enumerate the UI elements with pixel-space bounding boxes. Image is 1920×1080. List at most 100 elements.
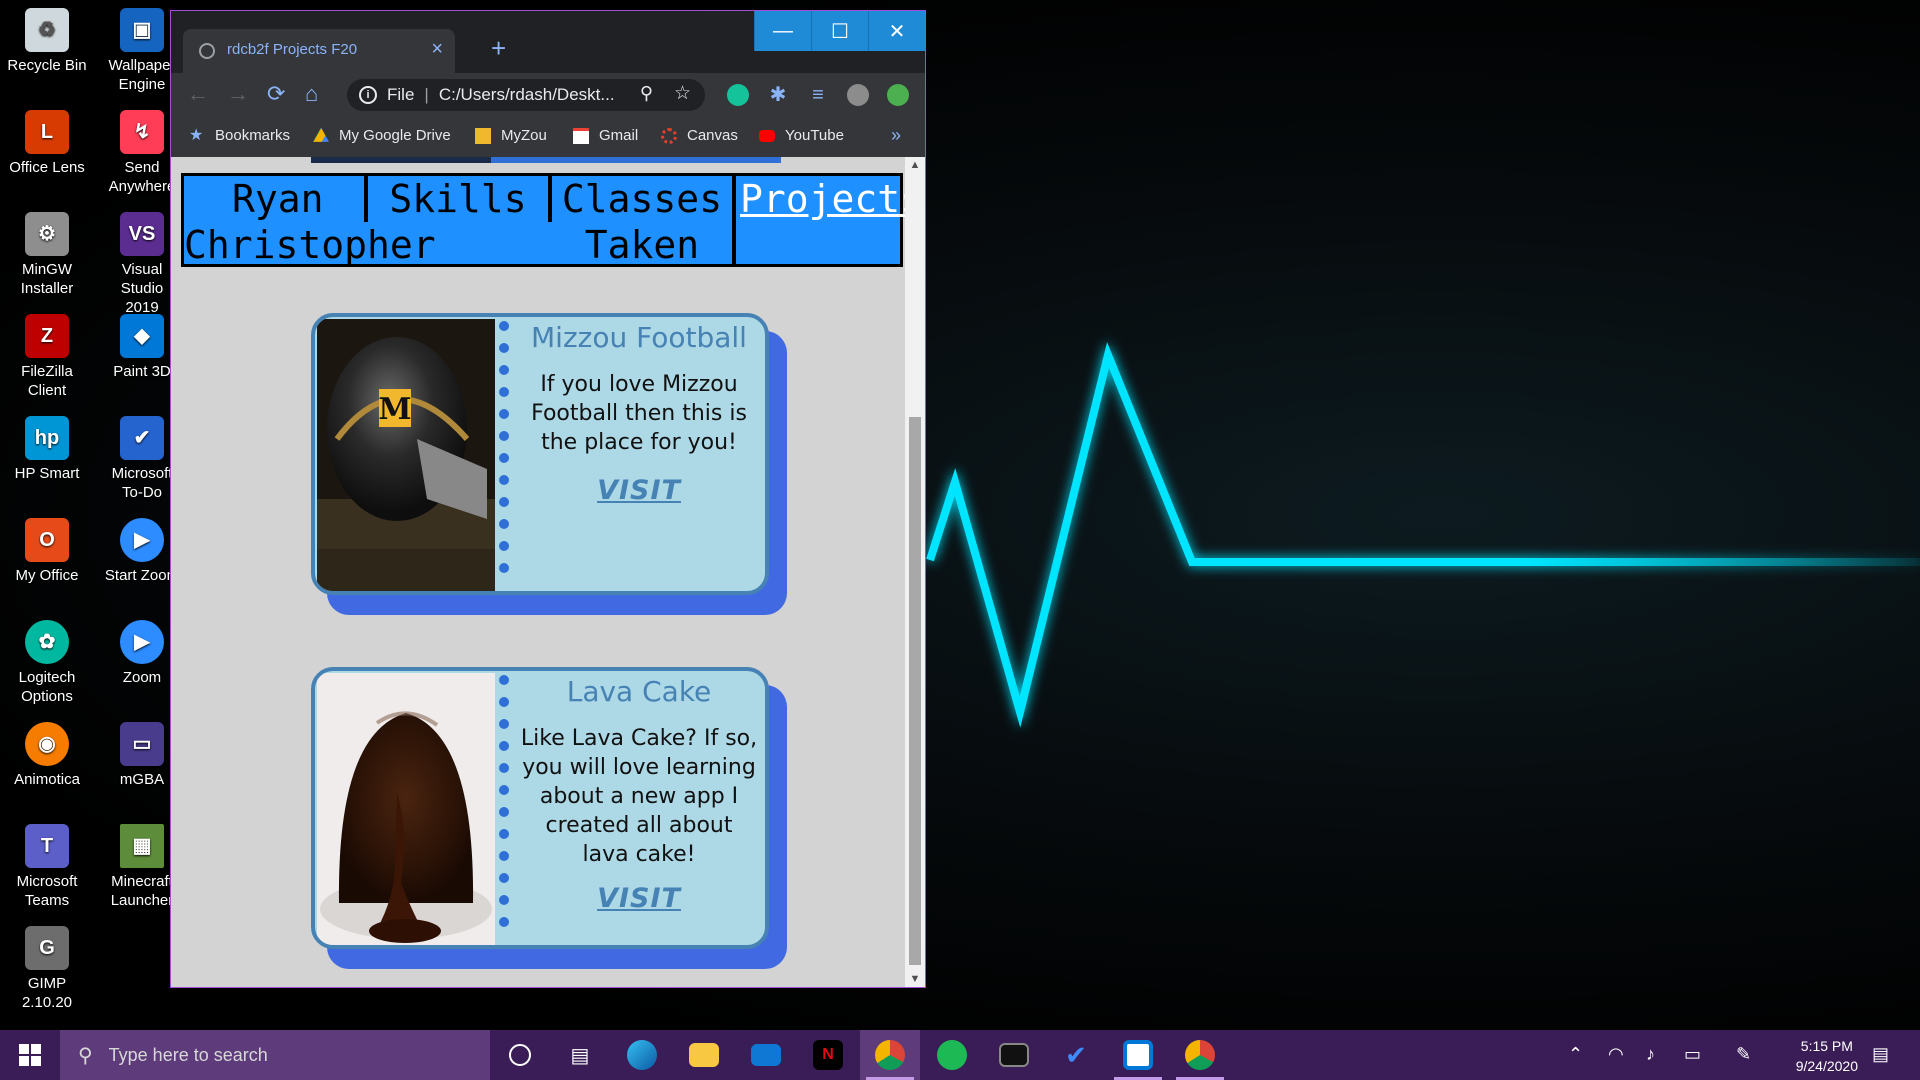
svg-text:M: M: [378, 392, 411, 427]
card-title: Mizzou Football: [531, 321, 747, 354]
visit-link[interactable]: VISIT: [597, 883, 681, 914]
browser-tab[interactable]: rdcb2f Projects F20 ×: [183, 29, 455, 73]
zoom-icon: ▶: [120, 620, 164, 664]
office-icon: O: [25, 518, 69, 562]
reload-button[interactable]: ⟳: [267, 82, 285, 106]
globe-icon: [199, 43, 215, 59]
taskbar-todo[interactable]: ✔: [1046, 1030, 1106, 1080]
nav-link-projects[interactable]: Projects: [736, 176, 907, 264]
taskbar-spotify[interactable]: [922, 1030, 982, 1080]
taskbar-mail[interactable]: [736, 1030, 796, 1080]
page-scrollbar[interactable]: ▲ ▼: [905, 157, 925, 987]
mail-icon: [751, 1044, 781, 1066]
taskbar-netflix[interactable]: N: [798, 1030, 858, 1080]
taskbar-terminal[interactable]: [984, 1030, 1044, 1080]
bookmarks-bar: ★ Bookmarks My Google Drive MyZou Gmail …: [171, 117, 925, 157]
taskbar: ⚲ Type here to search ▤ N ✔ ⌃ ◠ ♪ ▭ ✎ 5:…: [0, 1030, 1920, 1080]
grammarly-icon[interactable]: [727, 84, 749, 106]
myzou-icon: [475, 127, 491, 144]
desktop-icon-hp-smart[interactable]: hp HP Smart: [1, 416, 93, 483]
maximize-button[interactable]: ☐: [811, 11, 868, 51]
home-button[interactable]: ⌂: [305, 82, 318, 106]
zoom-icon[interactable]: ⚲: [640, 83, 653, 104]
mingw-icon: ⚙: [25, 212, 69, 256]
extensions-icon[interactable]: ✱: [767, 84, 789, 106]
taskbar-chrome[interactable]: [1170, 1030, 1230, 1080]
desktop-icon-my-office[interactable]: O My Office: [1, 518, 93, 585]
desktop-icon-gimp[interactable]: G GIMP 2.10.20: [1, 926, 93, 1012]
show-hidden-icons-button[interactable]: ⌃: [1568, 1044, 1583, 1065]
google-drive-icon: [313, 127, 329, 142]
visual-studio-icon: VS: [120, 212, 164, 256]
cortana-button[interactable]: [490, 1030, 550, 1080]
chrome-icon: [875, 1040, 905, 1070]
pen-icon[interactable]: ✎: [1736, 1044, 1751, 1065]
bookmark-gmail[interactable]: Gmail: [573, 127, 638, 144]
update-icon[interactable]: [887, 84, 909, 106]
forward-button[interactable]: →: [227, 82, 249, 106]
bookmark-youtube[interactable]: YouTube: [759, 127, 844, 144]
more-bookmarks-button[interactable]: »: [891, 125, 901, 146]
header-image-strip: [311, 157, 781, 163]
mizzou-football-image: M: [317, 319, 495, 591]
notebook-rings: [499, 321, 509, 591]
scrollbar-thumb[interactable]: [909, 417, 921, 965]
profile-avatar[interactable]: [847, 84, 869, 106]
reading-list-icon[interactable]: ≡: [807, 84, 829, 106]
taskbar-search-box[interactable]: ⚲ Type here to search: [60, 1030, 490, 1080]
hp-smart-icon: hp: [25, 416, 69, 460]
visit-link[interactable]: VISIT: [597, 475, 681, 506]
nav-link-skills[interactable]: Skills: [368, 176, 548, 264]
volume-icon[interactable]: ♪: [1646, 1044, 1655, 1065]
clock-date: 9/24/2020: [1795, 1058, 1858, 1074]
windows-icon: [19, 1044, 41, 1066]
battery-icon[interactable]: ▭: [1684, 1044, 1701, 1065]
card-content: Mizzou Football If you love Mizzou Footb…: [513, 317, 765, 591]
cortana-icon: [509, 1044, 531, 1066]
search-icon: ⚲: [78, 1044, 93, 1067]
network-icon[interactable]: ◠: [1608, 1044, 1624, 1065]
address-scheme: File: [387, 85, 415, 104]
desktop-icon-animotica[interactable]: ◉ Animotica: [1, 722, 93, 789]
youtube-icon: [759, 129, 775, 142]
desktop-icon-logitech[interactable]: ✿ Logitech Options: [1, 620, 93, 706]
desktop-icon-recycle-bin[interactable]: ♻ Recycle Bin: [1, 8, 93, 75]
start-button[interactable]: [0, 1030, 60, 1080]
nav-link-classes[interactable]: Classes Taken: [552, 176, 732, 267]
browser-window[interactable]: rdcb2f Projects F20 × + — ☐ ✕ ← → ⟳ ⌂ i …: [170, 10, 926, 988]
scroll-down-arrow-icon[interactable]: ▼: [905, 973, 925, 985]
star-bookmark-icon[interactable]: ☆: [674, 82, 691, 105]
bookmark-google-drive[interactable]: My Google Drive: [313, 127, 451, 144]
minimize-button[interactable]: —: [754, 11, 811, 51]
minecraft-icon: ▦: [120, 824, 164, 868]
back-button[interactable]: ←: [187, 82, 209, 106]
notifications-icon[interactable]: ▤: [1872, 1044, 1889, 1065]
bookmark-myzou[interactable]: MyZou: [475, 127, 547, 144]
close-tab-button[interactable]: ×: [431, 38, 443, 61]
desktop-icon-teams[interactable]: T Microsoft Teams: [1, 824, 93, 910]
nav-link-home[interactable]: Ryan Christopher: [184, 176, 436, 267]
browser-titlebar[interactable]: rdcb2f Projects F20 × + — ☐ ✕: [171, 11, 925, 73]
bookmark-bookmarks[interactable]: ★ Bookmarks: [189, 127, 290, 144]
info-icon[interactable]: i: [359, 86, 377, 104]
chrome-icon: [1185, 1040, 1215, 1070]
address-separator: |: [424, 85, 429, 104]
bookmark-canvas[interactable]: Canvas: [661, 127, 738, 144]
close-window-button[interactable]: ✕: [868, 11, 925, 51]
scroll-up-arrow-icon[interactable]: ▲: [905, 159, 925, 171]
project-card: Lava Cake Like Lava Cake? If so, you wil…: [311, 667, 787, 969]
address-bar[interactable]: i File | C:/Users/rdash/Deskt... ⚲ ☆: [347, 79, 705, 111]
taskbar-edge[interactable]: [612, 1030, 672, 1080]
desktop-icon-mingw[interactable]: ⚙ MinGW Installer: [1, 212, 93, 298]
desktop-icon-filezilla[interactable]: Z FileZilla Client: [1, 314, 93, 400]
system-clock[interactable]: 5:15 PM 9/24/2020: [1796, 1036, 1858, 1076]
new-tab-button[interactable]: +: [491, 35, 506, 61]
terminal-icon: [999, 1043, 1029, 1067]
desktop-icon-office-lens[interactable]: L Office Lens: [1, 110, 93, 177]
taskbar-app[interactable]: [1108, 1030, 1168, 1080]
send-anywhere-icon: ↯: [120, 110, 164, 154]
task-view-button[interactable]: ▤: [550, 1030, 610, 1080]
taskbar-chrome-active[interactable]: [860, 1030, 920, 1080]
taskbar-file-explorer[interactable]: [674, 1030, 734, 1080]
app-icon: [1123, 1040, 1153, 1070]
